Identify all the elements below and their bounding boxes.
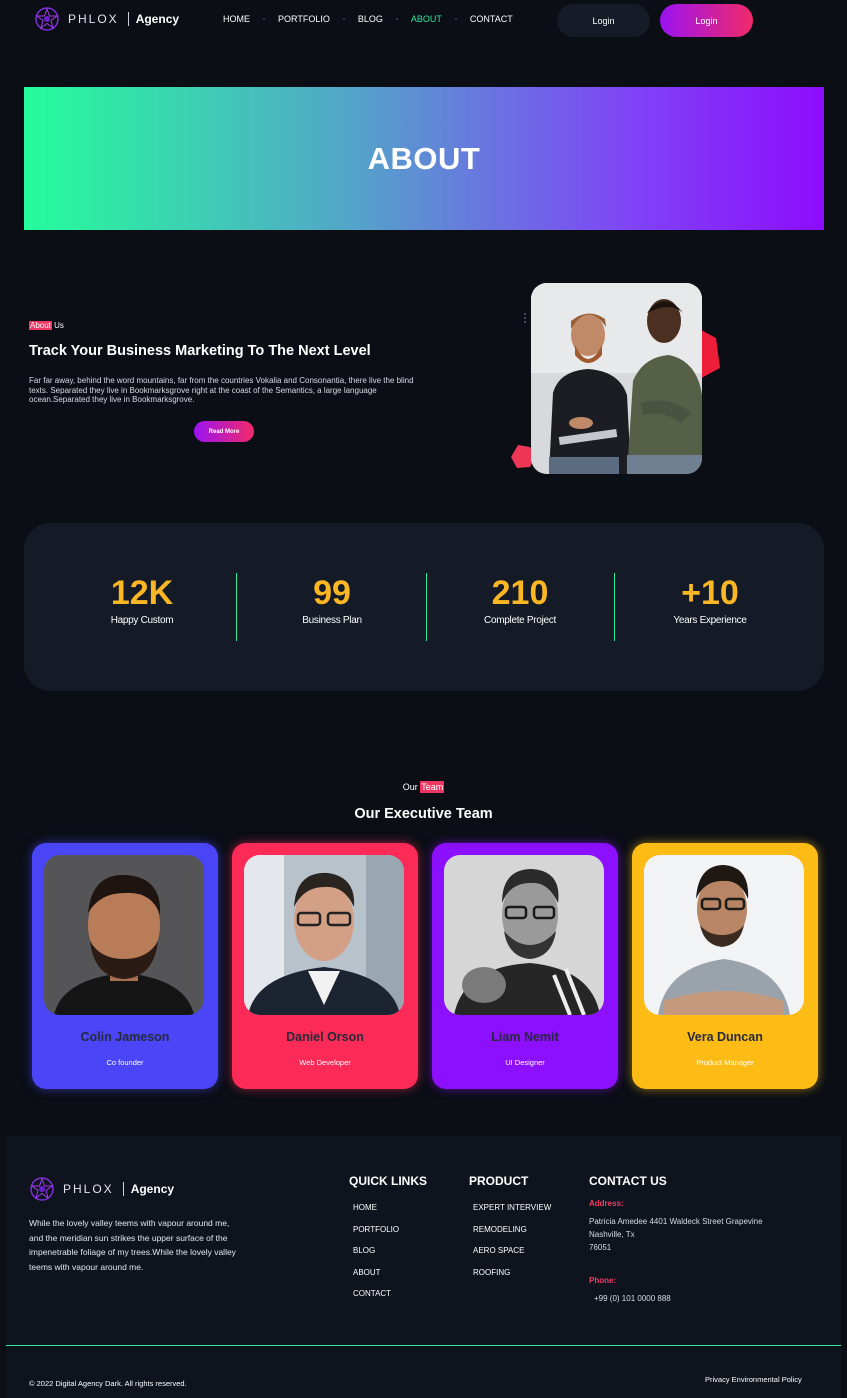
stat-label: Years Experience xyxy=(673,615,747,626)
site-footer: PHLOX Agency While the lovely valley tee… xyxy=(6,1136,841,1398)
footer-link-expert-interview[interactable]: EXPERT INTERVIEW xyxy=(473,1203,551,1225)
stat-value: 12K xyxy=(110,574,174,612)
stat-value: 210 xyxy=(491,574,549,612)
team-card[interactable]: Daniel Orson Web Developer xyxy=(232,843,418,1089)
stat-value: 99 xyxy=(313,574,351,612)
product-links-list: EXPERT INTERVIEW REMODELING AERO SPACE R… xyxy=(473,1203,551,1289)
member-name: Daniel Orson xyxy=(286,1030,364,1044)
member-portrait-image xyxy=(444,855,604,1015)
team-tag-highlight: Team xyxy=(420,781,445,793)
main-nav: HOME PORTFOLIO BLOG ABOUT CONTACT xyxy=(223,14,513,24)
team-card[interactable]: Liam Nemit UI Designer xyxy=(432,843,618,1089)
decor-dots xyxy=(524,313,526,323)
member-role: Co founder xyxy=(106,1058,144,1067)
address-line: 76051 xyxy=(589,1243,612,1252)
member-role: Product Manager xyxy=(696,1058,754,1067)
member-portrait-image xyxy=(44,855,204,1015)
about-image-group xyxy=(506,280,726,480)
about-tag: About Us xyxy=(29,321,64,330)
logo-divider xyxy=(122,1182,124,1196)
member-photo xyxy=(644,855,804,1015)
footer-link-contact[interactable]: CONTACT xyxy=(353,1289,399,1311)
footer-link-aero-space[interactable]: AERO SPACE xyxy=(473,1246,551,1268)
address-label: Address: xyxy=(589,1199,624,1208)
login-button-dark[interactable]: Login xyxy=(557,4,650,37)
member-photo xyxy=(44,855,204,1015)
stat-divider xyxy=(236,573,237,641)
nav-separator xyxy=(454,18,457,20)
stat-item: 12K Happy Custom xyxy=(48,573,236,626)
nav-separator xyxy=(263,18,265,20)
product-title: PRODUCT xyxy=(469,1174,529,1188)
stat-item: +10 Years Experience xyxy=(616,573,804,626)
page-banner: ABOUT xyxy=(24,87,824,230)
team-card[interactable]: Colin Jameson Co founder xyxy=(32,843,218,1089)
member-portrait-image xyxy=(244,855,404,1015)
read-more-button[interactable]: Read More xyxy=(194,421,254,442)
logo-agency: Agency xyxy=(135,12,180,26)
member-name: Colin Jameson xyxy=(80,1030,170,1044)
footer-link-roofing[interactable]: ROOFING xyxy=(473,1268,551,1290)
logo-icon xyxy=(30,1177,54,1201)
team-meeting-image xyxy=(531,283,702,474)
team-heading: Our Executive Team xyxy=(354,806,493,822)
stat-value: +10 xyxy=(681,574,739,612)
team-tag-prefix: Our xyxy=(402,782,421,792)
footer-logo[interactable]: PHLOX Agency xyxy=(29,1176,174,1202)
logo[interactable]: PHLOX Agency xyxy=(34,6,179,32)
login-button-gradient[interactable]: Login xyxy=(660,4,753,37)
footer-link-portfolio[interactable]: PORTFOLIO xyxy=(353,1225,399,1247)
privacy-policy-link[interactable]: Privacy Environmental Policy xyxy=(705,1375,802,1384)
footer-description: While the lovely valley teems with vapou… xyxy=(29,1218,236,1272)
logo-name: PHLOX xyxy=(68,12,119,26)
member-photo xyxy=(444,855,604,1015)
team-tag: Our Team xyxy=(0,781,847,793)
footer-link-about[interactable]: ABOUT xyxy=(353,1268,399,1290)
member-portrait-image xyxy=(644,855,804,1015)
stat-label: Complete Project xyxy=(484,615,556,626)
stat-divider xyxy=(614,573,615,641)
quick-links-list: HOME PORTFOLIO BLOG ABOUT CONTACT xyxy=(353,1203,399,1311)
quick-links-title: QUICK LINKS xyxy=(349,1174,427,1188)
stat-label: Business Plan xyxy=(302,615,362,626)
nav-contact[interactable]: CONTACT xyxy=(470,14,513,24)
page-title: ABOUT xyxy=(367,140,481,176)
footer-link-home[interactable]: HOME xyxy=(353,1203,399,1225)
address-line: Nashville, Tx xyxy=(589,1230,635,1239)
member-name: Vera Duncan xyxy=(687,1030,763,1044)
about-photo xyxy=(531,283,702,474)
about-tag-rest: Us xyxy=(51,321,64,330)
logo-divider xyxy=(127,12,129,26)
about-paragraph: Far far away, behind the word mountains,… xyxy=(29,376,414,404)
stats-panel: 12K Happy Custom 99 Business Plan 210 Co… xyxy=(24,523,824,691)
nav-home[interactable]: HOME xyxy=(223,14,250,24)
nav-portfolio[interactable]: PORTFOLIO xyxy=(278,14,330,24)
member-photo xyxy=(244,855,404,1015)
nav-separator xyxy=(342,18,345,20)
member-role: UI Designer xyxy=(505,1058,545,1067)
logo-agency: Agency xyxy=(130,1182,175,1196)
contact-title: CONTACT US xyxy=(589,1174,667,1188)
logo-icon xyxy=(35,7,59,31)
copyright: © 2022 Digital Agency Dark. All rights r… xyxy=(29,1379,187,1388)
stat-label: Happy Custom xyxy=(110,615,174,626)
about-tag-highlight: About xyxy=(29,321,52,330)
footer-link-remodeling[interactable]: REMODELING xyxy=(473,1225,551,1247)
member-name: Liam Nemit xyxy=(491,1030,559,1044)
address-line: Patricia Amedee 4401 Waldeck Street Grap… xyxy=(589,1217,763,1226)
phone-number[interactable]: +99 (0) 101 0000 888 xyxy=(594,1293,671,1306)
stat-item: 99 Business Plan xyxy=(238,573,426,626)
member-role: Web Developer xyxy=(299,1058,351,1067)
team-card[interactable]: Vera Duncan Product Manager xyxy=(632,843,818,1089)
about-heading: Track Your Business Marketing To The Nex… xyxy=(29,343,371,359)
phone-label: Phone: xyxy=(589,1276,617,1285)
site-header: PHLOX Agency HOME PORTFOLIO BLOG ABOUT C… xyxy=(0,0,847,40)
footer-divider xyxy=(6,1345,841,1346)
logo-name: PHLOX xyxy=(63,1182,114,1196)
nav-blog[interactable]: BLOG xyxy=(358,14,383,24)
nav-about[interactable]: ABOUT xyxy=(411,14,442,24)
stat-item: 210 Complete Project xyxy=(426,573,614,626)
footer-link-blog[interactable]: BLOG xyxy=(353,1246,399,1268)
nav-separator xyxy=(395,18,398,20)
